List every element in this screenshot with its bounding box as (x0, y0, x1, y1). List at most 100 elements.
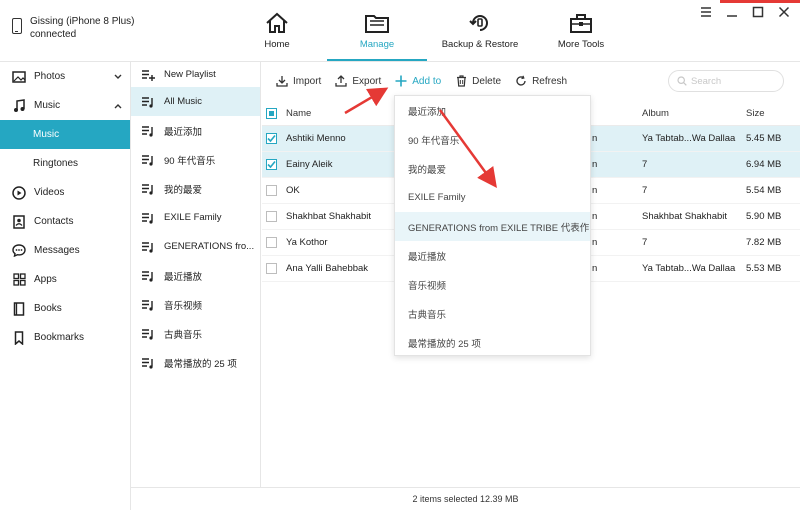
cell-name: Ana Yalli Bahebbak (286, 263, 369, 274)
playlist-item-label: 古典音乐 (164, 329, 203, 341)
sidebar-item-bookmarks[interactable]: Bookmarks (0, 323, 130, 352)
dropdown-item[interactable]: EXILE Family (395, 183, 590, 212)
sidebar-item-label: Photos (34, 71, 66, 82)
refresh-button[interactable]: Refresh (515, 75, 567, 87)
cell-artist: n (592, 211, 598, 222)
row-checkbox[interactable] (266, 185, 277, 196)
cell-artist: n (592, 237, 598, 248)
export-icon (335, 75, 347, 87)
playlist-panel: New Playlist All Music 最近添加 90 年代音乐 我的最爱 EXI… (131, 62, 261, 487)
phone-icon (12, 18, 22, 34)
new-playlist-label: New Playlist (164, 69, 216, 80)
menu-icon[interactable] (700, 6, 712, 18)
cell-name: OK (286, 185, 300, 196)
photo-icon (12, 70, 26, 84)
playlist-icon (142, 212, 153, 224)
search-input[interactable] (691, 75, 771, 87)
dropdown-item[interactable]: 最近添加 (395, 96, 590, 125)
sidebar-item-apps[interactable]: Apps (0, 265, 130, 294)
device-name: Gissing (iPhone 8 Plus) (30, 16, 135, 27)
dropdown-item[interactable]: 古典音乐 (395, 299, 590, 328)
column-header-album[interactable]: Album (642, 108, 669, 119)
row-checkbox[interactable] (266, 159, 277, 170)
chevron-down-icon (114, 72, 122, 83)
refresh-icon (515, 75, 527, 87)
select-all-checkbox[interactable] (266, 108, 277, 119)
add-to-dropdown-menu: 最近添加 90 年代音乐 我的最爱 EXILE Family GENERATIONS f… (394, 95, 591, 356)
cell-album: Ya Tabtab...Wa Dallaa (642, 133, 736, 144)
maximize-icon[interactable] (752, 6, 764, 18)
sidebar-item-label: Contacts (34, 216, 74, 227)
new-playlist-button[interactable]: New Playlist (131, 62, 260, 87)
cell-artist: n (592, 185, 598, 196)
device-info[interactable]: Gissing (iPhone 8 Plus) connected (12, 15, 135, 41)
dropdown-item[interactable]: 音乐视频 (395, 270, 590, 299)
sidebar-item-label: Bookmarks (34, 332, 85, 343)
dropdown-item[interactable]: 90 年代音乐 (395, 125, 590, 154)
add-playlist-icon (142, 69, 155, 81)
row-checkbox[interactable] (266, 133, 277, 144)
toolbar: Import Export Add to Delete Refresh (262, 66, 800, 96)
sidebar-item-ringtones[interactable]: Ringtones (0, 149, 130, 178)
playlist-item[interactable]: 我的最爱 (131, 174, 260, 203)
cell-name: Shakhbat Shakhabit (286, 211, 372, 222)
row-checkbox[interactable] (266, 211, 277, 222)
sidebar: Photos Music Music Ringtones Videos Cont… (0, 62, 131, 510)
cell-album: 7 (642, 159, 648, 170)
contacts-icon (12, 214, 26, 229)
playlist-item-label: 音乐视频 (164, 300, 203, 312)
dropdown-item[interactable]: 我的最爱 (395, 154, 590, 183)
nav-manage-label: Manage (359, 39, 395, 50)
playlist-item-label: 最近播放 (164, 271, 203, 283)
playlist-item[interactable]: 90 年代音乐 (131, 145, 260, 174)
dropdown-item[interactable]: 最常播放的 25 项 (395, 328, 590, 357)
sidebar-item-label: Ringtones (33, 158, 79, 169)
playlist-item[interactable]: 古典音乐 (131, 319, 260, 348)
search-box[interactable] (668, 70, 784, 92)
apps-grid-icon (12, 273, 26, 287)
check-icon (267, 160, 276, 169)
delete-button[interactable]: Delete (455, 75, 501, 87)
playlist-item[interactable]: GENERATIONS fro... (131, 232, 260, 261)
sidebar-item-music-sub[interactable]: Music (0, 120, 130, 149)
plus-icon (395, 75, 407, 87)
dropdown-item[interactable]: GENERATIONS from EXILE TRIBE 代表作 (395, 212, 590, 241)
nav-home[interactable]: Home (256, 0, 298, 62)
sidebar-item-messages[interactable]: Messages (0, 236, 130, 265)
sidebar-item-videos[interactable]: Videos (0, 178, 130, 207)
cell-size: 7.82 MB (746, 237, 782, 248)
cell-size: 6.94 MB (746, 159, 782, 170)
nav-backup-label: Backup & Restore (441, 39, 519, 50)
nav-manage[interactable]: Manage (327, 0, 427, 61)
import-button[interactable]: Import (276, 75, 321, 87)
nav-backup-restore[interactable]: Backup & Restore (440, 0, 520, 62)
playlist-item[interactable]: EXILE Family (131, 203, 260, 232)
sidebar-item-music[interactable]: Music (0, 91, 130, 120)
cell-artist: n (592, 133, 598, 144)
playlist-item[interactable]: 最近添加 (131, 116, 260, 145)
playlist-icon (142, 357, 153, 369)
playlist-item[interactable]: 最常播放的 25 项 (131, 348, 260, 377)
sidebar-item-photos[interactable]: Photos (0, 62, 130, 91)
export-button[interactable]: Export (335, 75, 381, 87)
minimize-icon[interactable] (726, 6, 738, 18)
playlist-item[interactable]: All Music (131, 87, 260, 116)
playlist-item[interactable]: 音乐视频 (131, 290, 260, 319)
row-checkbox[interactable] (266, 237, 277, 248)
column-header-size[interactable]: Size (746, 108, 764, 119)
add-to-button[interactable]: Add to (395, 75, 441, 87)
sidebar-item-books[interactable]: Books (0, 294, 130, 323)
nav-home-label: Home (264, 39, 290, 50)
column-header-name[interactable]: Name (286, 108, 311, 119)
dropdown-item[interactable]: 最近播放 (395, 241, 590, 270)
playlist-item[interactable]: 最近播放 (131, 261, 260, 290)
cell-album: Ya Tabtab...Wa Dallaa (642, 263, 736, 274)
sidebar-item-contacts[interactable]: Contacts (0, 207, 130, 236)
row-checkbox[interactable] (266, 263, 277, 274)
playlist-item-label: 最常播放的 25 项 (164, 358, 237, 370)
playlist-item-label: 最近添加 (164, 126, 203, 138)
close-icon[interactable] (778, 6, 790, 18)
sidebar-item-label: Apps (34, 274, 57, 285)
nav-more-tools[interactable]: More Tools (552, 0, 610, 62)
sidebar-item-label: Videos (34, 187, 65, 198)
